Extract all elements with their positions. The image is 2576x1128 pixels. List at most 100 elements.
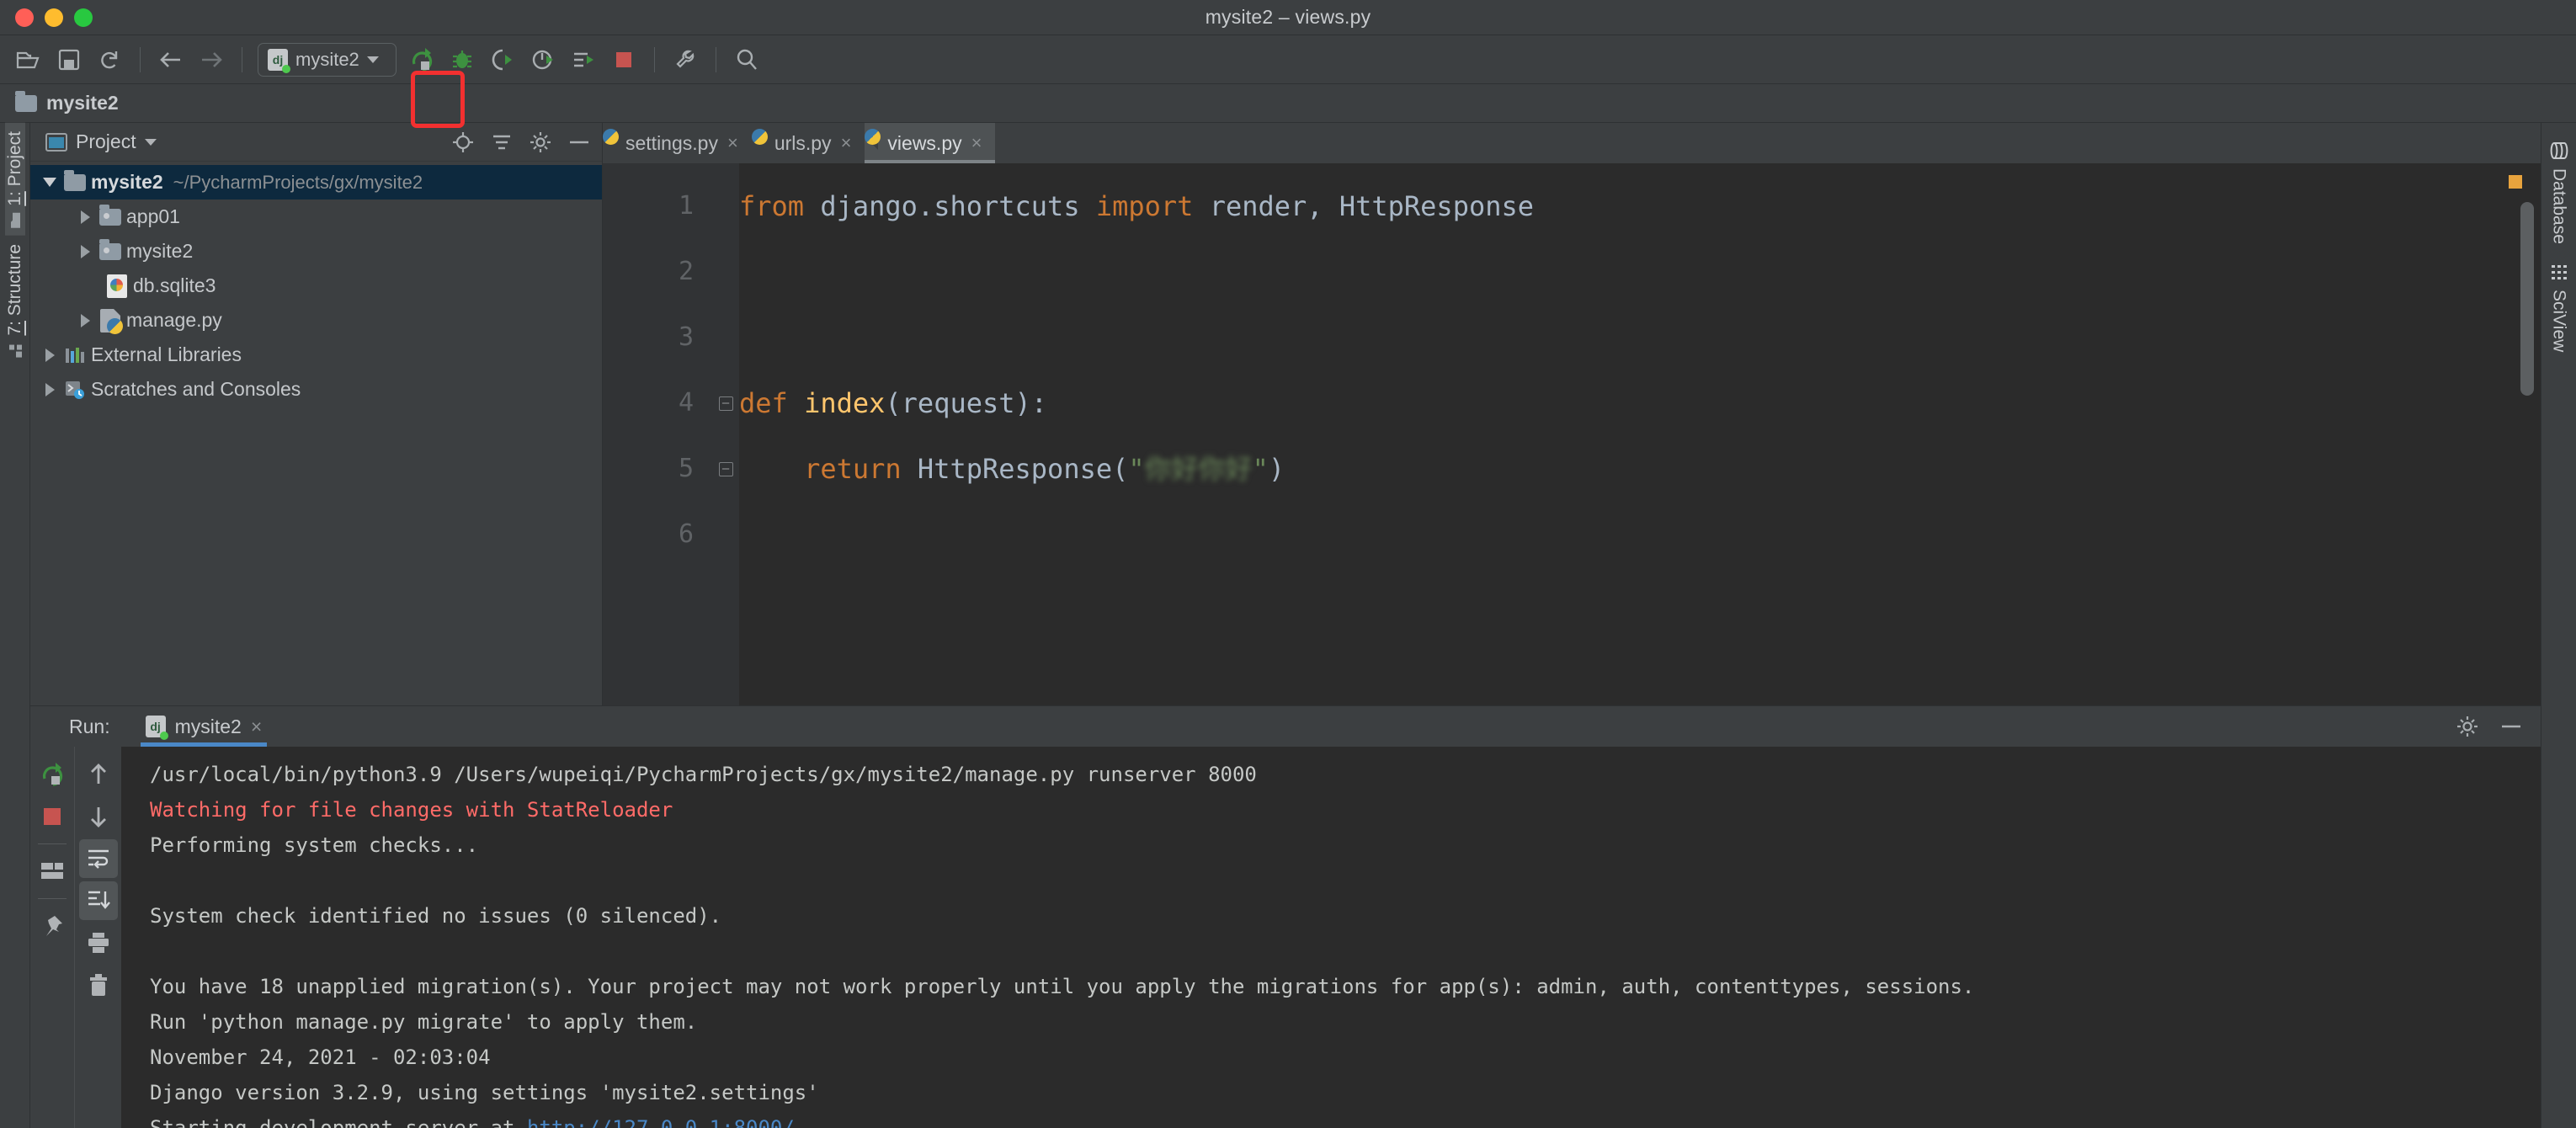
scroll-to-end-icon[interactable] [78, 881, 118, 920]
editor-tab-label: views.py [887, 131, 962, 154]
hide-icon[interactable] [2500, 722, 2522, 731]
back-arrow-icon[interactable] [151, 40, 191, 80]
line-number-gutter: 1 2 3 4 5 6 [603, 163, 712, 705]
target-icon[interactable] [452, 131, 474, 153]
search-everywhere-icon[interactable] [726, 40, 767, 80]
code-text-area[interactable]: from django.shortcuts import render, Htt… [739, 163, 2541, 705]
divider [38, 843, 67, 844]
project-tree[interactable]: mysite2 ~/PycharmProjects/gx/mysite2 app… [30, 162, 602, 705]
structure-tab-label: Structure [4, 243, 24, 316]
tab-urls-py[interactable]: urls.py × [751, 123, 865, 163]
chevron-down-icon[interactable] [366, 56, 379, 63]
code-keyword-import: import [1095, 190, 1194, 222]
run-tab-mysite2[interactable]: dj mysite2 × [134, 706, 274, 747]
hide-icon[interactable] [568, 138, 590, 146]
window-controls[interactable] [15, 8, 93, 27]
run-console-output[interactable]: /usr/local/bin/python3.9 /Users/wupeiqi/… [121, 747, 2541, 1128]
console-line: Watching for file changes with StatReloa… [150, 798, 673, 822]
close-icon[interactable]: × [251, 716, 262, 738]
sync-icon[interactable] [89, 40, 130, 80]
sidebar-item-project[interactable]: 1: Project [4, 123, 25, 236]
database-icon [2550, 141, 2568, 160]
fold-marker-body[interactable]: – [712, 436, 739, 502]
editor-tab-label: settings.py [625, 131, 718, 154]
wrench-settings-icon[interactable] [665, 40, 705, 80]
forward-arrow-icon[interactable] [191, 40, 232, 80]
layout-icon[interactable] [33, 852, 72, 891]
minimize-window-button[interactable] [45, 8, 63, 27]
run-configuration-selector[interactable]: dj mysite2 [258, 42, 397, 77]
project-tab-label: Project [4, 131, 24, 187]
folder-icon [15, 90, 37, 112]
project-tool-window: Project mysite2 ~/PycharmProjects/gx/mys… [30, 123, 603, 705]
tab-settings-py[interactable]: settings.py × [603, 123, 752, 163]
run-icon[interactable] [402, 40, 442, 80]
chevron-down-icon[interactable] [144, 138, 157, 146]
run-configuration-label: mysite2 [295, 48, 359, 70]
tree-item-app01[interactable]: app01 [30, 200, 602, 234]
close-icon[interactable]: × [841, 132, 852, 154]
tab-views-py[interactable]: views.py × [865, 123, 996, 163]
breadcrumb-project-name[interactable]: mysite2 [46, 92, 119, 114]
tree-item-scratches-and-consoles[interactable]: Scratches and Consoles [30, 372, 602, 407]
warning-marker[interactable] [2509, 175, 2522, 189]
top-split: Project mysite2 ~/PycharmProjects/gx/mys… [30, 123, 2541, 705]
run-tool-window: Run: dj mysite2 × /usr/local/bin/python3… [30, 705, 2541, 1128]
tree-item-path: ~/PycharmProjects/gx/mysite2 [173, 171, 423, 193]
close-icon[interactable]: × [971, 132, 982, 154]
gear-icon[interactable] [2456, 716, 2478, 737]
code-call-httpresponse: HttpResponse( [901, 453, 1129, 485]
editor-body[interactable]: 1 2 3 4 5 6 – – from django.shortcuts im… [603, 163, 2541, 705]
rerun-icon[interactable] [33, 755, 72, 794]
breadcrumb: mysite2 [0, 84, 2576, 123]
chevron-right-icon[interactable] [74, 244, 96, 258]
fold-marker-def[interactable]: – [712, 370, 739, 436]
stop-icon[interactable] [604, 40, 644, 80]
chevron-right-icon[interactable] [39, 382, 61, 396]
right-tool-strip: Database SciView [2541, 123, 2576, 1128]
save-icon[interactable] [49, 40, 89, 80]
up-arrow-icon[interactable] [79, 755, 118, 794]
chevron-right-icon[interactable] [39, 348, 61, 362]
chevron-down-icon[interactable] [39, 178, 61, 187]
sidebar-item-structure[interactable]: 7: Structure [5, 236, 25, 367]
workspace: 1: Project 7: Structure Project mysite2 … [0, 123, 2576, 1128]
sidebar-item-sciview[interactable]: SciView [2549, 254, 2569, 362]
tree-item-external-libraries[interactable]: External Libraries [30, 338, 602, 372]
stop-icon[interactable] [33, 797, 72, 836]
run-with-coverage-icon[interactable] [482, 40, 523, 80]
gear-icon[interactable] [530, 131, 551, 153]
editor-vertical-scrollbar[interactable] [2520, 202, 2534, 396]
tree-item-manage-py[interactable]: manage.py [30, 303, 602, 338]
tree-item-mysite2-package[interactable]: mysite2 [30, 234, 602, 269]
tree-item-label: Scratches and Consoles [91, 378, 301, 400]
tree-item-mysite2-root[interactable]: mysite2 ~/PycharmProjects/gx/mysite2 [30, 165, 602, 200]
down-arrow-icon[interactable] [79, 797, 118, 836]
print-icon[interactable] [79, 923, 118, 962]
code-folding-gutter[interactable]: – – [712, 163, 739, 705]
code-module-path: django.shortcuts [804, 190, 1096, 222]
chevron-right-icon[interactable] [74, 210, 96, 224]
profile-icon[interactable] [523, 40, 563, 80]
run-console-toolbar [74, 747, 121, 1128]
trash-icon[interactable] [79, 966, 118, 1004]
collapse-all-icon[interactable] [491, 133, 513, 152]
close-icon[interactable]: × [727, 132, 738, 154]
project-panel-actions [452, 131, 590, 153]
server-url-link[interactable]: http://127.0.0.1:8000/ [527, 1116, 795, 1128]
console-line: /usr/local/bin/python3.9 /Users/wupeiqi/… [150, 763, 1257, 786]
sidebar-item-database[interactable]: Database [2549, 131, 2569, 254]
tree-item-db-sqlite3[interactable]: db.sqlite3 [30, 269, 602, 303]
run-left-toolbar [30, 747, 74, 1128]
soft-wrap-icon[interactable] [78, 839, 118, 878]
pin-icon[interactable] [33, 907, 72, 945]
maximize-window-button[interactable] [74, 8, 93, 27]
line-number: 4 [678, 388, 694, 418]
attach-to-process-icon[interactable] [563, 40, 604, 80]
close-window-button[interactable] [15, 8, 34, 27]
line-number: 2 [678, 257, 694, 286]
chevron-right-icon[interactable] [74, 313, 96, 327]
project-panel-title: Project [76, 130, 136, 152]
debug-icon[interactable] [442, 40, 482, 80]
open-icon[interactable] [8, 40, 49, 80]
